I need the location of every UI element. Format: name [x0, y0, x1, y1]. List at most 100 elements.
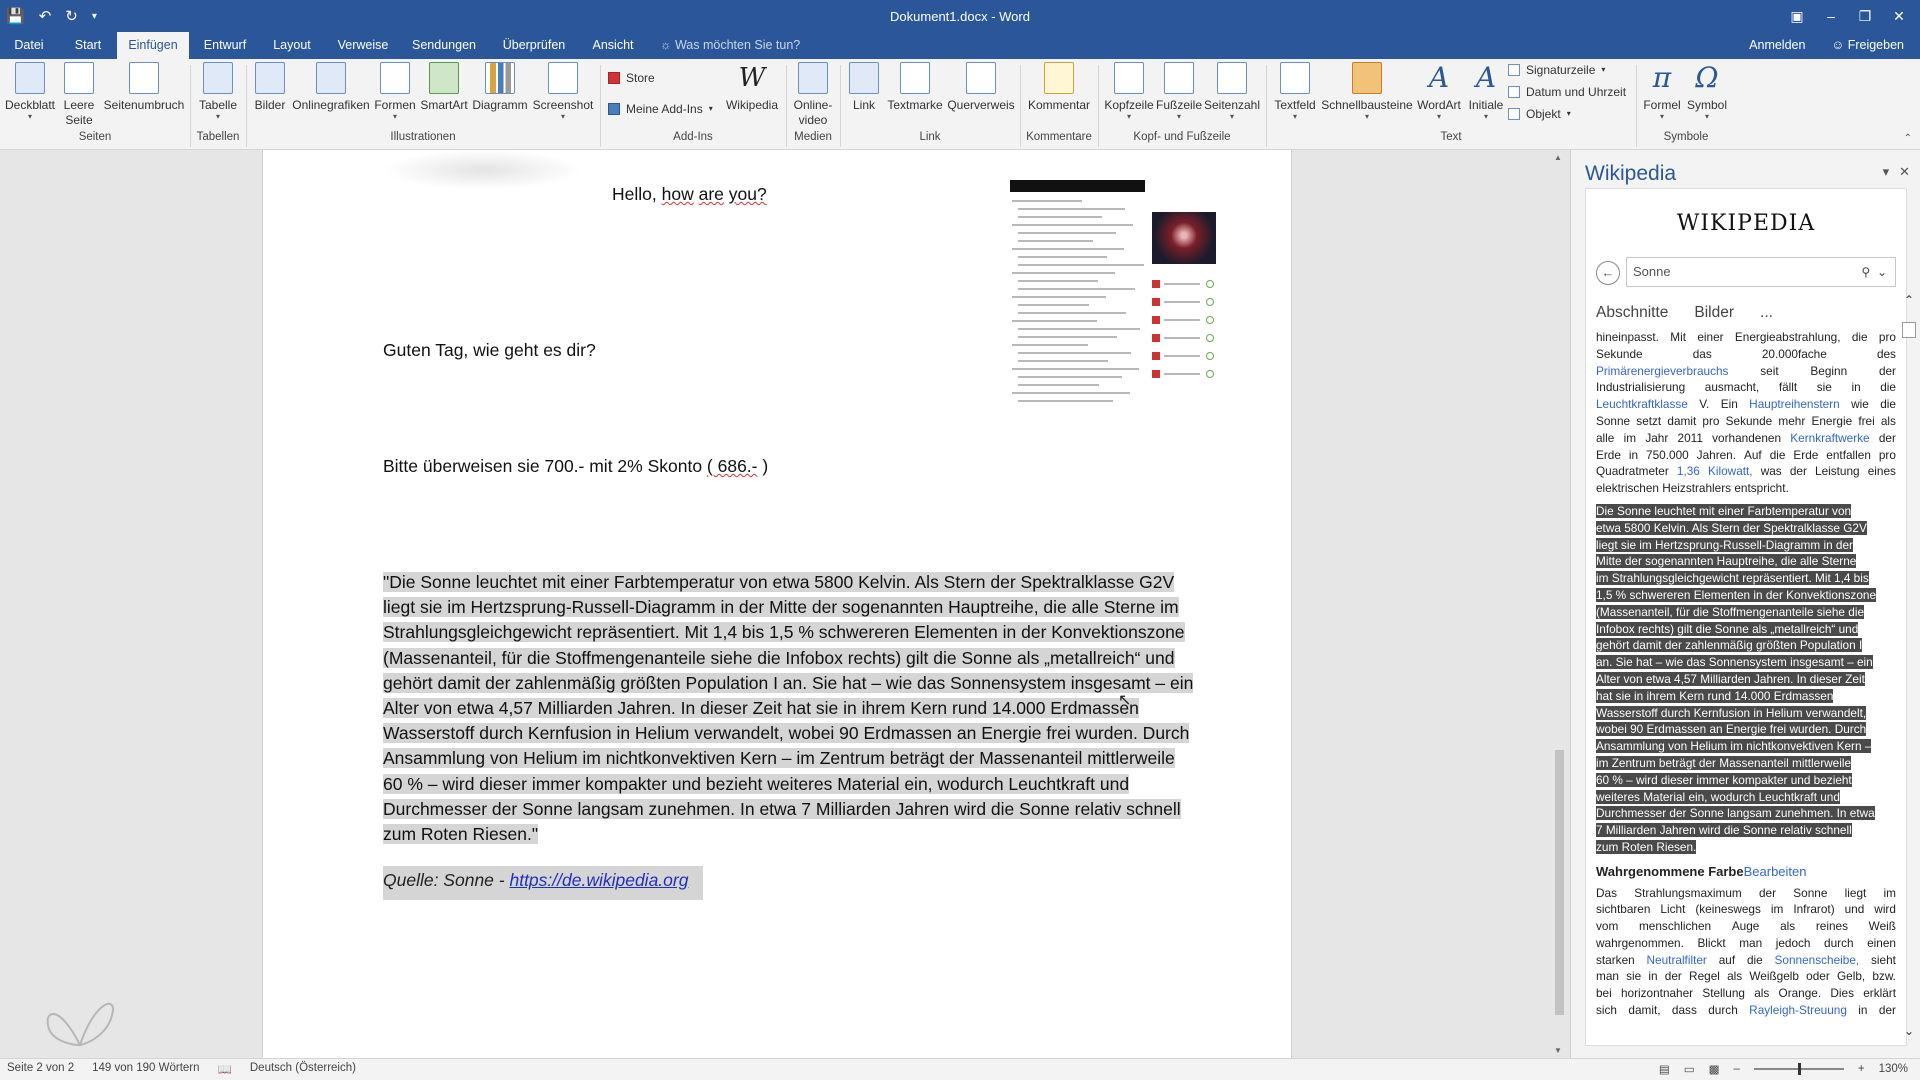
tab-einfuegen[interactable]: Einfügen: [117, 32, 189, 59]
article-link[interactable]: Rayleigh-Streuung: [1749, 1002, 1847, 1019]
embedded-webpage-thumbnail[interactable]: [1010, 150, 1220, 420]
pane-scroll-thumb[interactable]: [1902, 322, 1916, 338]
kopfzeile-button[interactable]: Kopfzeile ▾: [1102, 62, 1156, 121]
onlinegrafiken-button[interactable]: Onlinegrafiken: [290, 62, 372, 113]
source-link[interactable]: https://de.wikipedia.org: [509, 870, 688, 890]
quote-line[interactable]: Wasserstoff durch Kernfusion in Helium v…: [383, 721, 1243, 746]
page-count[interactable]: Seite 2 von 2: [7, 1062, 74, 1076]
zoom-slider[interactable]: [1753, 1063, 1844, 1075]
formen-button[interactable]: Formen ▾: [372, 62, 418, 121]
language[interactable]: Deutsch (Österreich): [250, 1062, 356, 1076]
print-layout-icon[interactable]: ▭: [1684, 1062, 1695, 1076]
pane-options-icon[interactable]: ▾: [1883, 164, 1890, 180]
deckblatt-button[interactable]: Deckblatt ▾: [4, 62, 56, 121]
screenshot-button[interactable]: Screenshot ▾: [530, 62, 596, 121]
doc-line-guten-tag[interactable]: Guten Tag, wie geht es dir?: [383, 340, 596, 361]
wiki-search-input[interactable]: Sonne ⚲ ⌄: [1626, 257, 1896, 287]
tell-me-search[interactable]: ☼ Was möchten Sie tun?: [660, 32, 800, 59]
scroll-down-icon[interactable]: ▼: [1554, 1046, 1562, 1055]
tabelle-button[interactable]: Tabelle ▾: [194, 62, 242, 121]
tab-ueberpruefen[interactable]: Überprüfen: [494, 32, 574, 59]
close-icon[interactable]: ✕: [1882, 8, 1916, 25]
signin-link[interactable]: Anmelden: [1749, 32, 1805, 59]
article-link[interactable]: Sonnenscheibe,: [1775, 952, 1860, 969]
document-page[interactable]: Hello, how are you? Guten Tag, wie geht …: [262, 150, 1292, 1058]
scroll-up-icon[interactable]: ▲: [1554, 153, 1562, 162]
doc-line-hello[interactable]: Hello, how are you?: [612, 184, 767, 205]
pane-scroll-down-icon[interactable]: ⌄: [1904, 1024, 1914, 1038]
textfeld-button[interactable]: Textfeld ▾: [1270, 62, 1320, 121]
tab-layout[interactable]: Layout: [264, 32, 320, 59]
diagramm-button[interactable]: Diagramm: [470, 62, 530, 113]
ribbon-display-icon[interactable]: ▣: [1780, 8, 1814, 25]
doc-line-skonto[interactable]: Bitte überweisen sie 700.- mit 2% Skonto…: [383, 456, 768, 477]
wiki-tab-abschnitte[interactable]: Abschnitte: [1596, 304, 1668, 322]
quote-line[interactable]: liegt sie im Hertzsprung-Russell-Diagram…: [383, 595, 1243, 620]
back-icon[interactable]: ←: [1596, 261, 1620, 285]
wiki-more-icon[interactable]: ...: [1760, 304, 1773, 322]
quote-line[interactable]: Ansammlung von Helium im nichtkonvektive…: [383, 746, 1243, 771]
pane-scroll-up-icon[interactable]: ⌃: [1904, 293, 1914, 307]
kommentar-button[interactable]: Kommentar: [1024, 62, 1094, 113]
article-link[interactable]: Kernkraftwerke: [1790, 430, 1869, 447]
tab-ansicht[interactable]: Ansicht: [586, 32, 640, 59]
search-icon[interactable]: ⚲: [1861, 265, 1870, 279]
maximize-icon[interactable]: ❐: [1848, 8, 1882, 25]
wikipedia-button[interactable]: W Wikipedia: [722, 62, 782, 113]
quote-line[interactable]: zum Roten Riesen.": [383, 822, 1243, 847]
document-scrollbar[interactable]: ▲ ▼: [1551, 150, 1568, 1058]
proofing-icon[interactable]: 📖: [218, 1062, 232, 1076]
leere-seite-button[interactable]: Leere Seite: [58, 62, 100, 128]
share-button[interactable]: ☺ Freigeben: [1831, 32, 1904, 59]
tab-datei[interactable]: Datei: [6, 32, 52, 59]
pane-close-icon[interactable]: ✕: [1899, 164, 1910, 180]
meine-addins-button[interactable]: Meine Add-Ins ▾: [608, 101, 713, 117]
quote-line[interactable]: Strahlungsgleichgewicht repräsentiert. M…: [383, 620, 1243, 645]
article-link[interactable]: Leuchtkraftklasse: [1596, 396, 1688, 413]
tab-verweise[interactable]: Verweise: [330, 32, 396, 59]
initiale-button[interactable]: A Initiale ▾: [1464, 62, 1508, 121]
article-link[interactable]: Neutralfilter: [1647, 952, 1707, 969]
tab-entwurf[interactable]: Entwurf: [196, 32, 254, 59]
quote-line[interactable]: gehört damit der zahlenmäßig größten Pop…: [383, 671, 1243, 696]
read-mode-icon[interactable]: ▤: [1659, 1062, 1670, 1076]
chevron-down-icon[interactable]: ⌄: [1877, 265, 1887, 279]
article-link[interactable]: Kilowatt,: [1708, 463, 1753, 480]
formel-button[interactable]: π Formel ▾: [1640, 62, 1684, 121]
link-button[interactable]: Link: [844, 62, 884, 113]
scrollbar-thumb[interactable]: [1555, 750, 1564, 1015]
quoted-paragraph[interactable]: "Die Sonne leuchtet mit einer Farbtemper…: [383, 570, 1243, 847]
quote-line[interactable]: "Die Sonne leuchtet mit einer Farbtemper…: [383, 570, 1243, 595]
source-line[interactable]: Quelle: Sonne - https://de.wikipedia.org: [383, 866, 703, 900]
tab-start[interactable]: Start: [62, 32, 114, 59]
querverweis-button[interactable]: Querverweis: [946, 62, 1016, 113]
article-link[interactable]: Hauptreihenstern: [1749, 396, 1840, 413]
fusszeile-button[interactable]: Fußzeile ▾: [1156, 62, 1202, 121]
seitenumbruch-button[interactable]: Seitenumbruch: [102, 62, 186, 113]
onlinevideo-button[interactable]: Online-video: [790, 62, 836, 128]
web-layout-icon[interactable]: ▩: [1709, 1062, 1720, 1076]
quote-line[interactable]: 60 % – wird dieser immer kompakter und b…: [383, 772, 1243, 797]
bilder-button[interactable]: Bilder: [250, 62, 290, 113]
symbol-button[interactable]: Ω Symbol ▾: [1684, 62, 1730, 121]
zoom-in-icon[interactable]: +: [1858, 1063, 1865, 1075]
signaturzeile-button[interactable]: Signaturzeile ▾: [1508, 62, 1605, 78]
objekt-button[interactable]: Objekt ▾: [1508, 106, 1571, 122]
quote-line[interactable]: (Massenanteil, für die Stoffmengenanteil…: [383, 646, 1243, 671]
edit-link[interactable]: Bearbeiten: [1744, 864, 1807, 879]
wiki-tab-bilder[interactable]: Bilder: [1694, 304, 1734, 322]
textmarke-button[interactable]: Textmarke: [884, 62, 946, 113]
quote-line[interactable]: Alter von etwa 4,57 Milliarden Jahren. I…: [383, 696, 1243, 721]
zoom-level[interactable]: 130%: [1879, 1063, 1908, 1075]
quote-line[interactable]: Durchmesser der Sonne langsam zunehmen. …: [383, 797, 1243, 822]
article-link[interactable]: Primärenergieverbrauchs: [1596, 363, 1728, 380]
minimize-icon[interactable]: –: [1814, 8, 1848, 24]
smartart-button[interactable]: SmartArt: [418, 62, 470, 113]
datum-uhrzeit-button[interactable]: Datum und Uhrzeit: [1508, 84, 1626, 100]
collapse-ribbon-icon[interactable]: ⌃: [1904, 133, 1912, 144]
seitenzahl-button[interactable]: Seitenzahl ▾: [1202, 62, 1262, 121]
word-count[interactable]: 149 von 190 Wörtern: [92, 1062, 199, 1076]
wordart-button[interactable]: A WordArt ▾: [1414, 62, 1464, 121]
schnellbausteine-button[interactable]: Schnellbausteine ▾: [1320, 62, 1414, 121]
store-button[interactable]: Store: [608, 70, 655, 86]
